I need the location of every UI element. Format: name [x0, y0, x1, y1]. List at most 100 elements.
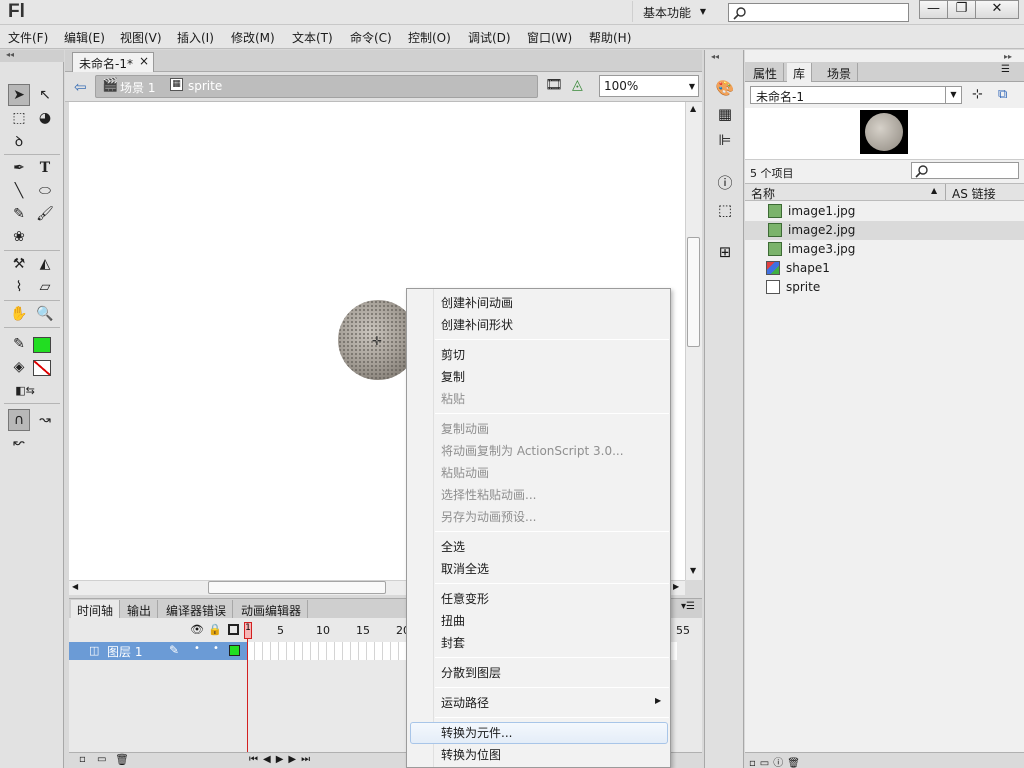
help-search-input[interactable] — [728, 3, 909, 22]
scroll-left-icon[interactable]: ◀ — [72, 582, 78, 591]
zoom-tool-icon[interactable]: 🔍 — [34, 303, 56, 325]
menu-deselect-all[interactable]: 取消全选 — [441, 560, 489, 577]
menu-convert-to-bitmap[interactable]: 转换为位图 — [441, 746, 501, 763]
eraser-tool-icon[interactable]: ▱ — [34, 276, 56, 298]
lasso-tool-icon[interactable]: ꝺ — [8, 130, 30, 152]
selection-tool-icon[interactable]: ➤ — [8, 84, 30, 106]
menu-view[interactable]: 视图(V) — [120, 29, 162, 46]
new-folder-icon[interactable]: ▭ — [97, 754, 106, 765]
close-button[interactable]: ✕ — [975, 0, 1019, 19]
menu-help[interactable]: 帮助(H) — [589, 29, 631, 46]
library-item[interactable]: image2.jpg — [745, 221, 1024, 240]
playback-controls-icon[interactable]: ⏮◀▶▶⏭ — [249, 754, 315, 765]
breadcrumb-symbol[interactable]: sprite — [188, 79, 222, 93]
paint-bucket-tool-icon[interactable]: ◭ — [34, 253, 56, 275]
back-arrow-icon[interactable]: ⇦ — [74, 78, 87, 96]
tab-library[interactable]: 库 — [787, 63, 813, 82]
library-document-select[interactable]: 未命名-1 ▼ — [750, 86, 962, 104]
brush-tool-icon[interactable]: 🖌 — [34, 203, 56, 225]
pen-tool-icon[interactable]: ✒ — [8, 157, 30, 179]
menu-create-shape-tween[interactable]: 创建补间形状 — [441, 316, 513, 333]
new-library-panel-icon[interactable]: ⧉ — [998, 87, 1007, 102]
tab-timeline[interactable]: 时间轴 — [71, 600, 121, 619]
library-item[interactable]: image1.jpg — [745, 202, 1024, 221]
eye-icon[interactable]: 👁 — [190, 623, 204, 636]
panel-collapse-icon[interactable]: ◂◂ — [711, 52, 719, 61]
snap-magnet-icon[interactable]: ∩ — [8, 409, 30, 431]
tab-motion-editor[interactable]: 动画编辑器 — [235, 600, 309, 619]
fill-color-icon[interactable]: ◈ — [8, 356, 30, 378]
layer-row[interactable]: ◫ 图层 1 ✎ • • — [69, 642, 247, 660]
menu-envelope[interactable]: 封套 — [441, 634, 465, 651]
text-tool-icon[interactable]: T — [34, 157, 56, 179]
new-layer-icon[interactable]: ▫ — [79, 754, 86, 765]
playhead[interactable] — [247, 622, 248, 768]
stroke-color-icon[interactable]: ✎ — [8, 333, 30, 355]
no-color-swatch[interactable] — [33, 360, 51, 376]
fill-color-swatch[interactable] — [33, 337, 51, 353]
smooth-icon[interactable]: ↝ — [34, 409, 56, 431]
oval-tool-icon[interactable]: ⬭ — [34, 180, 56, 202]
workspace-switcher[interactable]: 基本功能 ▼ — [632, 1, 714, 22]
menu-distribute-to-layers[interactable]: 分散到图层 — [441, 664, 501, 681]
edit-symbols-icon[interactable]: ◬ — [572, 77, 583, 93]
pin-library-icon[interactable]: ⊹ — [972, 87, 983, 102]
menu-motion-path[interactable]: 运动路径 — [441, 694, 489, 711]
horizontal-scroll-thumb[interactable] — [208, 581, 386, 594]
subselection-tool-icon[interactable]: ↖ — [34, 84, 56, 106]
menu-text[interactable]: 文本(T) — [292, 29, 333, 46]
outline-icon[interactable] — [228, 624, 239, 635]
scroll-down-icon[interactable]: ▼ — [690, 566, 696, 575]
info-panel-icon[interactable]: ⓘ — [715, 172, 735, 192]
panel-collapse-icon[interactable]: ◂◂ — [0, 50, 64, 62]
panel-menu-icon[interactable]: ☰ — [1001, 64, 1010, 75]
close-icon[interactable]: × — [139, 54, 149, 68]
visibility-dot[interactable]: • — [194, 643, 200, 654]
library-item[interactable]: sprite — [745, 278, 1024, 297]
menu-commands[interactable]: 命令(C) — [350, 29, 392, 46]
menu-debug[interactable]: 调试(D) — [468, 29, 511, 46]
maximize-button[interactable]: ❐ — [947, 0, 976, 19]
panel-menu-icon[interactable]: ▾☰ — [681, 601, 695, 612]
vertical-scroll-thumb[interactable] — [687, 237, 700, 347]
playhead-frame[interactable]: 1 — [244, 622, 252, 639]
delete-layer-icon[interactable]: 🗑 — [115, 753, 129, 766]
menu-free-transform[interactable]: 任意变形 — [441, 590, 489, 607]
tab-properties[interactable]: 属性 — [747, 63, 785, 82]
free-transform-tool-icon[interactable]: ⬚ — [8, 107, 30, 129]
library-item[interactable]: shape1 — [745, 259, 1024, 278]
library-actions-icon[interactable]: ▫▭ⓘ🗑 — [749, 754, 804, 768]
tab-compiler-errors[interactable]: 编译器错误 — [160, 600, 234, 619]
document-tab[interactable]: 未命名-1* × — [72, 52, 154, 72]
panel-collapse-icon[interactable]: ▸▸ — [1004, 52, 1012, 61]
straighten-icon[interactable]: ↜ — [8, 432, 30, 454]
lock-icon[interactable]: 🔒 — [208, 623, 222, 636]
tab-output[interactable]: 输出 — [121, 600, 159, 619]
sort-ascending-icon[interactable]: ▲ — [931, 186, 937, 195]
menu-edit[interactable]: 编辑(E) — [64, 29, 105, 46]
menu-distort[interactable]: 扭曲 — [441, 612, 465, 629]
swatches-panel-icon[interactable]: ▦ — [715, 104, 735, 124]
menu-window[interactable]: 窗口(W) — [527, 29, 572, 46]
edit-scene-icon[interactable]: 🎞 — [545, 77, 563, 93]
transform-panel-icon[interactable]: ⬚ — [715, 200, 735, 220]
menu-insert[interactable]: 插入(I) — [177, 29, 214, 46]
hand-tool-icon[interactable]: ✋ — [8, 303, 30, 325]
menu-control[interactable]: 控制(O) — [408, 29, 451, 46]
menu-cut[interactable]: 剪切 — [441, 346, 465, 363]
bone-tool-icon[interactable]: ⚒ — [8, 253, 30, 275]
deco-tool-icon[interactable]: ❀ — [8, 226, 30, 248]
layer-name[interactable]: 图层 1 — [107, 643, 142, 660]
layer-outline-color[interactable] — [229, 645, 240, 656]
3d-rotation-tool-icon[interactable]: ◕ — [34, 107, 56, 129]
eyedropper-tool-icon[interactable]: ⌇ — [8, 276, 30, 298]
scroll-right-icon[interactable]: ▶ — [673, 582, 679, 591]
color-panel-icon[interactable]: 🎨 — [715, 78, 735, 98]
column-name[interactable]: 名称 — [751, 185, 775, 202]
menu-select-all[interactable]: 全选 — [441, 538, 465, 555]
pencil-tool-icon[interactable]: ✎ — [8, 203, 30, 225]
components-panel-icon[interactable]: ⊞ — [715, 242, 735, 262]
menu-file[interactable]: 文件(F) — [8, 29, 48, 46]
default-colors-icon[interactable]: ◧⇆ — [14, 379, 36, 401]
lock-dot[interactable]: • — [213, 643, 219, 654]
